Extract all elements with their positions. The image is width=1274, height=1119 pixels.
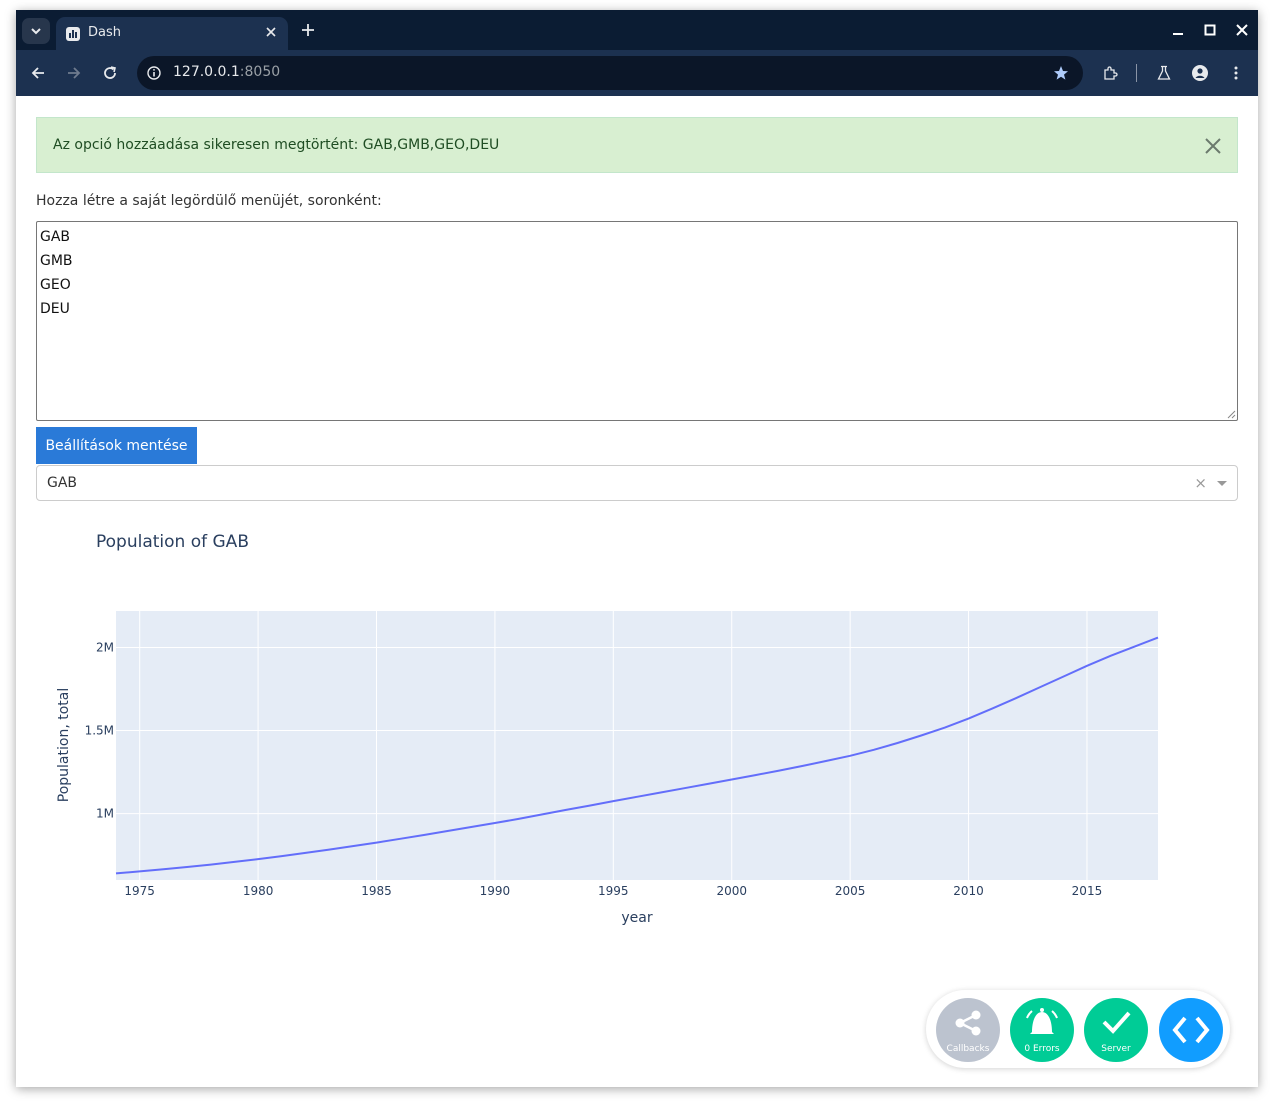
resize-grip-icon[interactable] bbox=[1227, 410, 1236, 419]
textarea-line: GAB bbox=[40, 229, 71, 245]
x-tick-label: 1980 bbox=[243, 884, 274, 898]
alert-close-icon[interactable] bbox=[1203, 136, 1223, 156]
chart-title: Population of GAB bbox=[96, 532, 249, 552]
url-port: :8050 bbox=[239, 64, 281, 80]
browser-toolbar: 127.0.0.1:8050 bbox=[16, 50, 1258, 96]
dropdown-selected-value: GAB bbox=[47, 475, 78, 491]
x-tick-label: 1990 bbox=[480, 884, 511, 898]
toolbar-separator bbox=[1136, 64, 1137, 82]
y-axis-label: Population, total bbox=[56, 688, 72, 802]
x-tick-label: 1975 bbox=[124, 884, 155, 898]
country-dropdown[interactable]: GAB × bbox=[36, 465, 1238, 501]
x-axis-label: year bbox=[621, 910, 652, 926]
server-label: Server bbox=[1101, 1044, 1131, 1054]
textarea-line: GEO bbox=[40, 277, 71, 293]
textarea-line: GMB bbox=[40, 253, 73, 269]
url-text: 127.0.0.1:8050 bbox=[173, 64, 280, 80]
y-tick-label: 2M bbox=[96, 641, 114, 655]
dash-favicon-icon bbox=[66, 27, 80, 41]
browser-window: Dash 127.0.0.1:8050 Az opció hozzáadása … bbox=[16, 10, 1258, 1087]
x-tick-label: 2000 bbox=[716, 884, 747, 898]
tab-search-button[interactable] bbox=[22, 18, 50, 44]
chart-svg: Population of GAB 1975 1980 1985 1990 1995 20… bbox=[56, 532, 1159, 926]
code-toggle-button[interactable] bbox=[1159, 998, 1223, 1062]
tab-title: Dash bbox=[88, 25, 121, 40]
options-textarea[interactable]: GAB GMB GEO DEU bbox=[36, 221, 1238, 421]
dropdown-arrow-icon[interactable] bbox=[1217, 481, 1227, 486]
maximize-icon[interactable] bbox=[1204, 24, 1216, 36]
tab-strip: Dash bbox=[16, 10, 1258, 50]
code-brackets-icon bbox=[1172, 1016, 1210, 1044]
site-info-icon[interactable] bbox=[147, 66, 161, 80]
alert-message: Az opció hozzáadása sikeresen megtörtént… bbox=[53, 137, 500, 153]
options-label: Hozza létre a saját legördülő menüjét, s… bbox=[36, 193, 382, 209]
more-menu-icon[interactable] bbox=[1228, 65, 1244, 81]
save-settings-button[interactable]: Beállítások mentése bbox=[36, 427, 197, 464]
y-tick-label: 1.5M bbox=[85, 724, 114, 738]
active-tab[interactable]: Dash bbox=[56, 17, 288, 50]
address-bar[interactable]: 127.0.0.1:8050 bbox=[137, 56, 1083, 90]
y-tick-label: 1M bbox=[96, 807, 114, 821]
x-tick-label: 1995 bbox=[598, 884, 629, 898]
labs-flask-icon[interactable] bbox=[1156, 65, 1172, 81]
errors-label: 0 Errors bbox=[1024, 1044, 1060, 1054]
x-tick-label: 2010 bbox=[953, 884, 984, 898]
dash-debug-menu: Callbacks 0 Errors Server bbox=[926, 990, 1230, 1068]
success-alert: Az opció hozzáadása sikeresen megtörtént… bbox=[36, 117, 1238, 173]
x-tick-label: 1985 bbox=[361, 884, 392, 898]
server-button[interactable]: Server bbox=[1084, 998, 1148, 1062]
plot-area bbox=[116, 611, 1158, 880]
bookmark-star-icon[interactable] bbox=[1053, 65, 1069, 81]
page-content: Az opció hozzáadása sikeresen megtörtént… bbox=[16, 96, 1258, 1087]
close-tab-icon[interactable] bbox=[264, 25, 278, 39]
x-tick-label: 2005 bbox=[835, 884, 866, 898]
errors-button[interactable]: 0 Errors bbox=[1010, 998, 1074, 1062]
textarea-line: DEU bbox=[40, 301, 70, 317]
forward-arrow-icon[interactable] bbox=[66, 65, 82, 81]
clear-selection-icon[interactable]: × bbox=[1194, 474, 1207, 492]
callbacks-label: Callbacks bbox=[946, 1044, 990, 1054]
back-arrow-icon[interactable] bbox=[30, 65, 46, 81]
callbacks-button[interactable]: Callbacks bbox=[936, 998, 1000, 1062]
close-window-icon[interactable] bbox=[1236, 24, 1248, 36]
chevron-down-icon bbox=[31, 28, 41, 35]
reload-icon[interactable] bbox=[102, 65, 118, 81]
x-tick-label: 2015 bbox=[1072, 884, 1103, 898]
new-tab-icon[interactable] bbox=[300, 22, 316, 38]
extensions-puzzle-icon[interactable] bbox=[1102, 65, 1118, 81]
population-chart: Population of GAB 1975 1980 1985 1990 1995 20… bbox=[36, 516, 1238, 926]
minimize-icon[interactable] bbox=[1172, 24, 1184, 36]
profile-avatar-icon[interactable] bbox=[1192, 65, 1208, 81]
url-host: 127.0.0.1 bbox=[173, 64, 240, 80]
